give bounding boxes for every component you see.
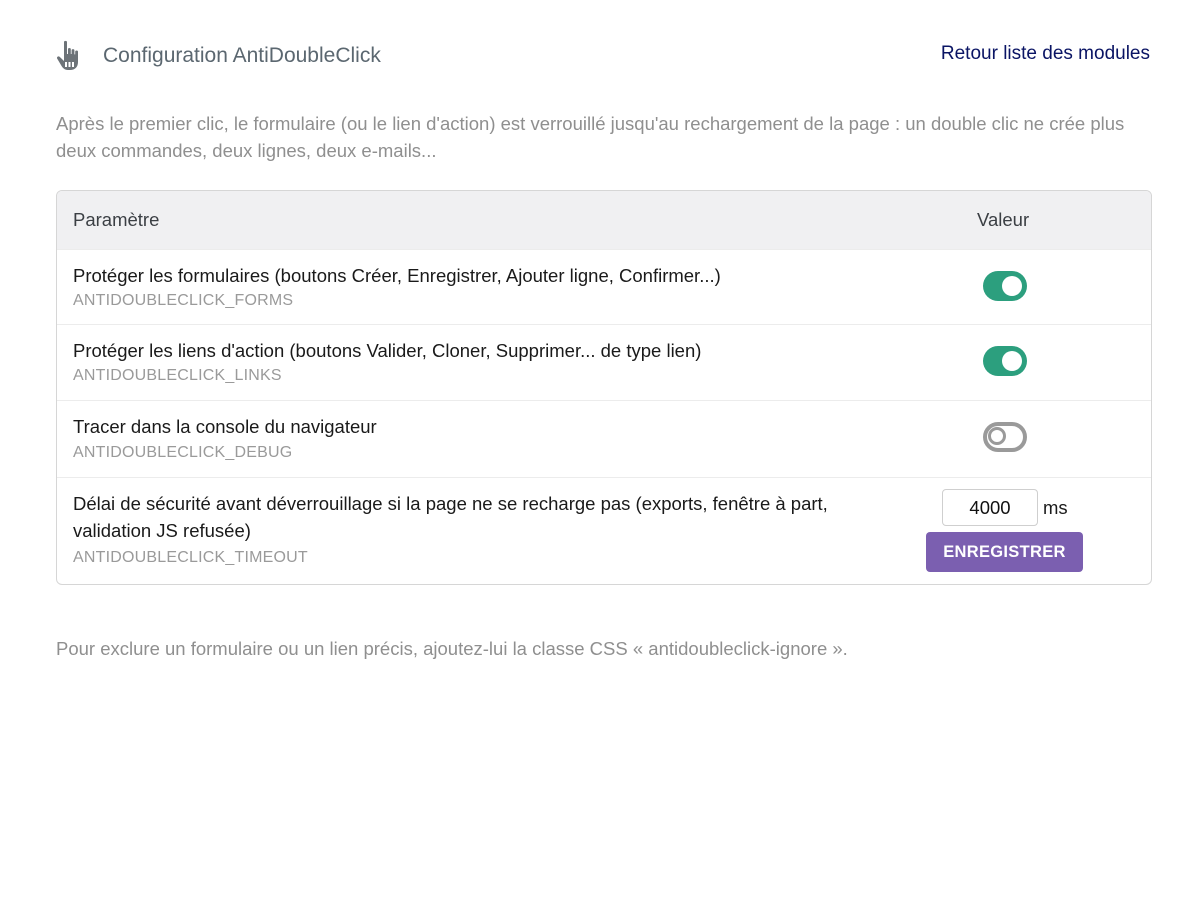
page: Configuration AntiDoubleClick Retour lis… [0, 0, 1200, 904]
toggle-links[interactable] [983, 346, 1027, 376]
toggle-knob [1002, 276, 1022, 296]
toggle-debug[interactable] [983, 422, 1027, 452]
setting-code: ANTIDOUBLECLICK_LINKS [73, 367, 282, 384]
setting-code: ANTIDOUBLECLICK_DEBUG [73, 444, 293, 461]
timeout-input[interactable] [942, 489, 1038, 526]
toggle-forms[interactable] [983, 271, 1027, 301]
table-row-forms: Protéger les formulaires (boutons Créer,… [57, 249, 1151, 324]
table-header: Paramètre Valeur [57, 191, 1151, 249]
setting-label: Protéger les formulaires (boutons Créer,… [73, 265, 721, 286]
back-to-modules-link[interactable]: Retour liste des modules [941, 43, 1150, 65]
column-header-value: Valeur [977, 209, 1030, 230]
footer-note: Pour exclure un formulaire ou un lien pr… [56, 638, 848, 659]
timeout-unit: ms [1043, 497, 1068, 518]
table-row-links: Protéger les liens d'action (boutons Val… [57, 324, 1151, 400]
toggle-knob [988, 427, 1008, 447]
page-title: Configuration AntiDoubleClick [103, 44, 381, 67]
intro-text: Après le premier clic, le formulaire (ou… [56, 113, 1125, 161]
setting-label: Protéger les liens d'action (boutons Val… [73, 340, 702, 361]
setting-code: ANTIDOUBLECLICK_FORMS [73, 292, 294, 309]
save-button[interactable]: ENREGISTRER [926, 532, 1083, 572]
settings-table: Paramètre Valeur Protéger les formulaire… [56, 190, 1152, 585]
table-row-debug: Tracer dans la console du navigateur ANT… [57, 400, 1151, 477]
page-header: Configuration AntiDoubleClick Retour lis… [56, 38, 1150, 78]
setting-label: Tracer dans la console du navigateur [73, 416, 377, 437]
pointing-hand-icon [57, 40, 78, 70]
column-header-param: Paramètre [73, 209, 160, 230]
setting-label: Délai de sécurité avant déverrouillage s… [73, 493, 828, 541]
table-row-timeout: Délai de sécurité avant déverrouillage s… [57, 477, 1151, 584]
setting-code: ANTIDOUBLECLICK_TIMEOUT [73, 549, 308, 566]
toggle-knob [1002, 351, 1022, 371]
